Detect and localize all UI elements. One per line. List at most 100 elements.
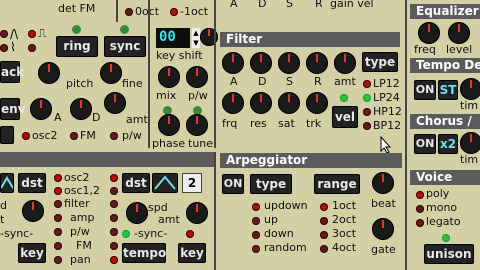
fm-led[interactable]	[70, 132, 78, 140]
arp-on-button[interactable]: ON	[222, 174, 244, 194]
wave-led-1[interactable]	[0, 30, 8, 38]
lfo2-led-5[interactable]	[110, 228, 118, 236]
filter-type-led-bp12[interactable]	[363, 122, 371, 130]
arp-mode-led-random[interactable]	[252, 245, 260, 253]
filter-res-label: res	[250, 117, 267, 130]
lfo1-led-5[interactable]	[54, 228, 62, 236]
filter-d-knob[interactable]	[250, 52, 272, 74]
display-arrows[interactable]: ▲ ▼	[192, 28, 200, 48]
lfo1-wave-button[interactable]	[0, 173, 14, 193]
filter-type-led-lp24[interactable]	[363, 94, 371, 102]
filter-type-bp12: BP12	[373, 119, 402, 132]
env-sub-button[interactable]	[0, 126, 14, 144]
eq-level-knob[interactable]	[448, 22, 470, 44]
lfo2-key-button[interactable]: key	[178, 243, 206, 263]
pw2-knob[interactable]	[186, 66, 208, 88]
lfo2-led-1[interactable]	[110, 174, 118, 182]
oct-minus1-led[interactable]	[170, 8, 178, 16]
filter-a-knob[interactable]	[222, 52, 244, 74]
lfo2-sync-led[interactable]	[122, 230, 130, 238]
voice-led-legato[interactable]	[416, 219, 424, 227]
lfo1-led-4[interactable]	[54, 214, 62, 222]
arp-mode-led-up[interactable]	[252, 217, 260, 225]
wave-led-4[interactable]	[28, 44, 36, 52]
filter-trk-label: trk	[306, 117, 322, 130]
lfo1-led-7[interactable]	[54, 256, 62, 264]
lfo1-frag-d: d	[0, 199, 7, 212]
delay-on-button[interactable]: ON	[414, 80, 436, 100]
pw-led[interactable]	[110, 132, 118, 140]
lfo-header	[0, 152, 214, 167]
chorus-x2-button[interactable]: x2	[438, 134, 458, 154]
mix-knob[interactable]	[158, 66, 180, 88]
top-d-label: D	[258, 0, 267, 10]
arp-oct-led-2[interactable]	[320, 217, 328, 225]
arp-mode-led-down[interactable]	[252, 231, 260, 239]
lfo2-sync-led-2[interactable]	[186, 230, 194, 238]
arp-oct-led-1[interactable]	[320, 203, 328, 211]
filter-frq-knob[interactable]	[222, 92, 244, 114]
lfo1-led-1[interactable]	[54, 174, 62, 182]
lfo1-led-6[interactable]	[54, 242, 62, 250]
osc2-led[interactable]	[22, 132, 30, 140]
env-a-knob[interactable]	[30, 98, 52, 120]
sync-button[interactable]: sync	[104, 36, 146, 57]
phase-knob[interactable]	[158, 114, 180, 136]
filter-type-led-lp12[interactable]	[363, 80, 371, 88]
pitch-label: pitch	[66, 77, 94, 90]
env-button[interactable]: env	[0, 98, 26, 120]
fine-knob[interactable]	[100, 62, 122, 84]
voice-led-mono[interactable]	[416, 205, 424, 213]
back-button[interactable]: ack	[0, 61, 24, 83]
filter-r-knob[interactable]	[306, 52, 328, 74]
filter-res-knob[interactable]	[250, 92, 272, 114]
wave-led-3[interactable]	[0, 44, 8, 52]
lfo2-led-2[interactable]	[110, 187, 118, 195]
lfo2-led-7[interactable]	[110, 256, 118, 264]
lfo1-led-3[interactable]	[54, 200, 62, 208]
voice-led-poly[interactable]	[416, 191, 424, 199]
filter-trk-knob[interactable]	[306, 92, 328, 114]
arp-gate-knob[interactable]	[372, 218, 394, 240]
filter-s-knob[interactable]	[278, 52, 300, 74]
lfo2-dst-button[interactable]: dst	[122, 173, 150, 193]
arp-oct-led-4[interactable]	[320, 245, 328, 253]
filter-sat-knob[interactable]	[278, 92, 300, 114]
oct-0-led[interactable]	[125, 8, 133, 16]
lfo1-led-2[interactable]	[54, 187, 62, 195]
key-shift-display[interactable]: 00	[156, 28, 190, 48]
delay-st-button[interactable]: ST	[438, 80, 458, 100]
ring-button[interactable]: ring	[56, 36, 98, 57]
env-amt-knob[interactable]	[104, 92, 126, 114]
lfo2-tempo-button[interactable]: tempo	[122, 243, 166, 263]
env-d-knob[interactable]	[70, 98, 92, 120]
unison-button[interactable]: unison	[424, 244, 474, 264]
lfo2-wave-button[interactable]	[152, 173, 178, 193]
lfo2-led-3[interactable]	[110, 200, 118, 208]
filter-vel-button[interactable]: vel	[332, 106, 358, 128]
lfo1-key-button[interactable]: key	[18, 243, 46, 263]
filter-amt-knob[interactable]	[334, 52, 356, 74]
lfo2-led-6[interactable]	[110, 242, 118, 250]
filter-type-button[interactable]: type	[362, 52, 398, 72]
filter-type-led-hp12[interactable]	[363, 108, 371, 116]
lfo2-number-display[interactable]: 2	[182, 173, 202, 193]
chorus-on-button[interactable]: ON	[414, 134, 436, 154]
arp-type-button[interactable]: type	[250, 174, 292, 194]
arp-oct-led-3[interactable]	[320, 231, 328, 239]
wave-led-2[interactable]	[28, 30, 36, 38]
lfo2-led-4[interactable]	[110, 214, 118, 222]
lfo2-spd-knob[interactable]	[126, 202, 148, 224]
arp-mode-led-updown[interactable]	[252, 203, 260, 211]
eq-freq-knob[interactable]	[418, 22, 440, 44]
arp-range-button[interactable]: range	[314, 174, 360, 194]
lfo2-amt-knob[interactable]	[186, 202, 208, 224]
delay-time-knob[interactable]	[460, 78, 480, 100]
arp-beat-knob[interactable]	[372, 172, 394, 194]
tune-knob[interactable]	[186, 114, 208, 136]
chorus-time-knob[interactable]	[460, 132, 480, 154]
env-d-label: D	[92, 111, 101, 124]
lfo1-dst-button[interactable]: dst	[18, 173, 46, 193]
pitch-knob[interactable]	[38, 62, 60, 84]
lfo1-spd-knob[interactable]	[22, 200, 44, 222]
